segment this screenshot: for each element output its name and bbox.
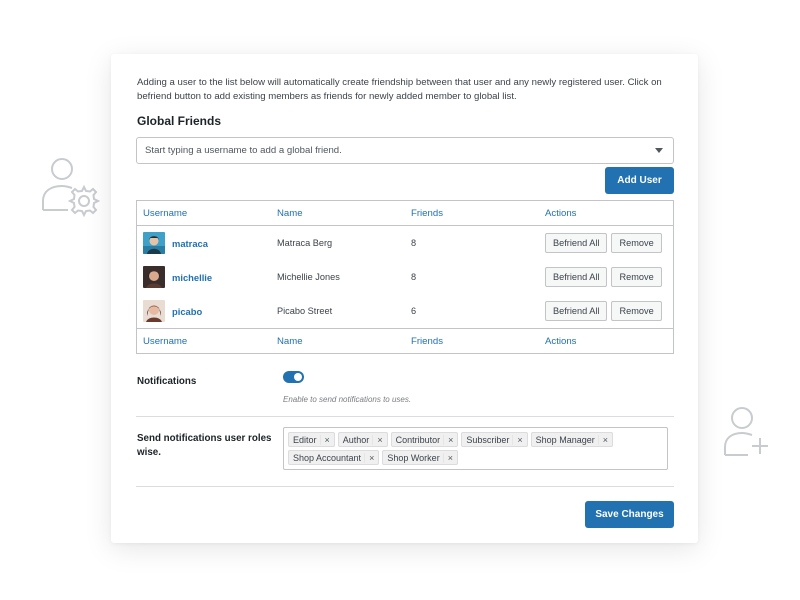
table-row: matraca Matraca Berg 8 Befriend All Remo…	[137, 226, 673, 260]
remove-button[interactable]: Remove	[611, 267, 662, 287]
role-tag: Shop Manager ×	[530, 432, 613, 447]
global-friend-search[interactable]: Start typing a username to add a global …	[136, 137, 674, 164]
footer-actions: Actions	[545, 335, 577, 347]
user-full-name: Matraca Berg	[277, 238, 333, 248]
divider	[136, 416, 674, 417]
username-link[interactable]: matraca	[172, 238, 208, 249]
header-actions: Actions	[545, 207, 577, 219]
table-footer: Username Name Friends Actions	[137, 328, 673, 353]
roles-multiselect[interactable]: Editor × Author × Contributor × Subscriber × Sho…	[283, 427, 668, 470]
notifications-label: Notifications	[137, 376, 197, 387]
footer-name[interactable]: Name	[277, 336, 303, 347]
intro-text: Adding a user to the list below will aut…	[137, 77, 662, 102]
role-tag: Editor ×	[288, 432, 335, 447]
avatar	[143, 300, 165, 322]
role-tag: Author ×	[337, 432, 388, 447]
remove-tag-icon[interactable]: ×	[364, 452, 378, 463]
footer-username[interactable]: Username	[143, 336, 187, 347]
role-tag-label: Editor	[293, 434, 317, 445]
avatar	[143, 232, 165, 254]
friends-count: 6	[411, 306, 417, 316]
user-full-name: Michellie Jones	[277, 272, 340, 282]
befriend-all-button[interactable]: Befriend All	[545, 233, 608, 253]
roles-label: Send notifications user roles wise.	[137, 433, 272, 458]
table-header: Username Name Friends Actions	[137, 201, 673, 226]
search-placeholder: Start typing a username to add a global …	[145, 145, 342, 156]
header-name[interactable]: Name	[277, 208, 303, 219]
header-username[interactable]: Username	[143, 208, 187, 219]
save-changes-button[interactable]: Save Changes	[585, 501, 674, 528]
settings-card: Adding a user to the list below will aut…	[111, 54, 698, 543]
friends-count: 8	[411, 238, 417, 248]
notifications-toggle[interactable]	[283, 371, 304, 383]
username-link[interactable]: michellie	[172, 272, 212, 283]
role-tag-label: Subscriber	[466, 434, 510, 445]
user-add-icon	[724, 407, 768, 456]
role-tag: Shop Worker ×	[382, 450, 458, 465]
user-full-name: Picabo Street	[277, 306, 333, 316]
remove-tag-icon[interactable]: ×	[319, 434, 334, 445]
remove-tag-icon[interactable]: ×	[443, 434, 457, 445]
add-user-button[interactable]: Add User	[605, 167, 674, 194]
chevron-down-icon[interactable]	[655, 148, 663, 153]
remove-tag-icon[interactable]: ×	[512, 434, 526, 445]
toggle-knob	[294, 373, 302, 381]
global-friends-table: Username Name Friends Actions matraca Ma…	[136, 200, 674, 354]
user-settings-icon	[42, 158, 101, 218]
remove-tag-icon[interactable]: ×	[442, 452, 457, 463]
table-row: picabo Picabo Street 6 Befriend All Remo…	[137, 294, 673, 328]
divider	[136, 486, 674, 487]
avatar	[143, 266, 165, 288]
remove-button[interactable]: Remove	[611, 301, 662, 321]
role-tag-label: Shop Accountant	[293, 452, 362, 463]
header-friends[interactable]: Friends	[411, 208, 443, 219]
role-tag-label: Shop Worker	[387, 452, 440, 463]
role-tag-label: Author	[342, 434, 370, 445]
befriend-all-button[interactable]: Befriend All	[545, 267, 608, 287]
username-link[interactable]: picabo	[172, 306, 202, 317]
role-tag: Subscriber ×	[461, 432, 528, 447]
table-row: michellie Michellie Jones 8 Befriend All…	[137, 260, 673, 294]
role-tag: Shop Accountant ×	[288, 450, 380, 465]
remove-button[interactable]: Remove	[611, 233, 662, 253]
friends-count: 8	[411, 272, 417, 282]
role-tag-label: Shop Manager	[535, 434, 595, 445]
remove-tag-icon[interactable]: ×	[597, 434, 612, 445]
befriend-all-button[interactable]: Befriend All	[545, 301, 608, 321]
notifications-help-text: Enable to send notifications to uses.	[283, 395, 412, 404]
role-tag-label: Contributor	[395, 434, 441, 445]
role-tag: Contributor ×	[390, 432, 459, 447]
remove-tag-icon[interactable]: ×	[372, 434, 386, 445]
footer-friends[interactable]: Friends	[411, 336, 443, 347]
section-title: Global Friends	[137, 114, 222, 128]
